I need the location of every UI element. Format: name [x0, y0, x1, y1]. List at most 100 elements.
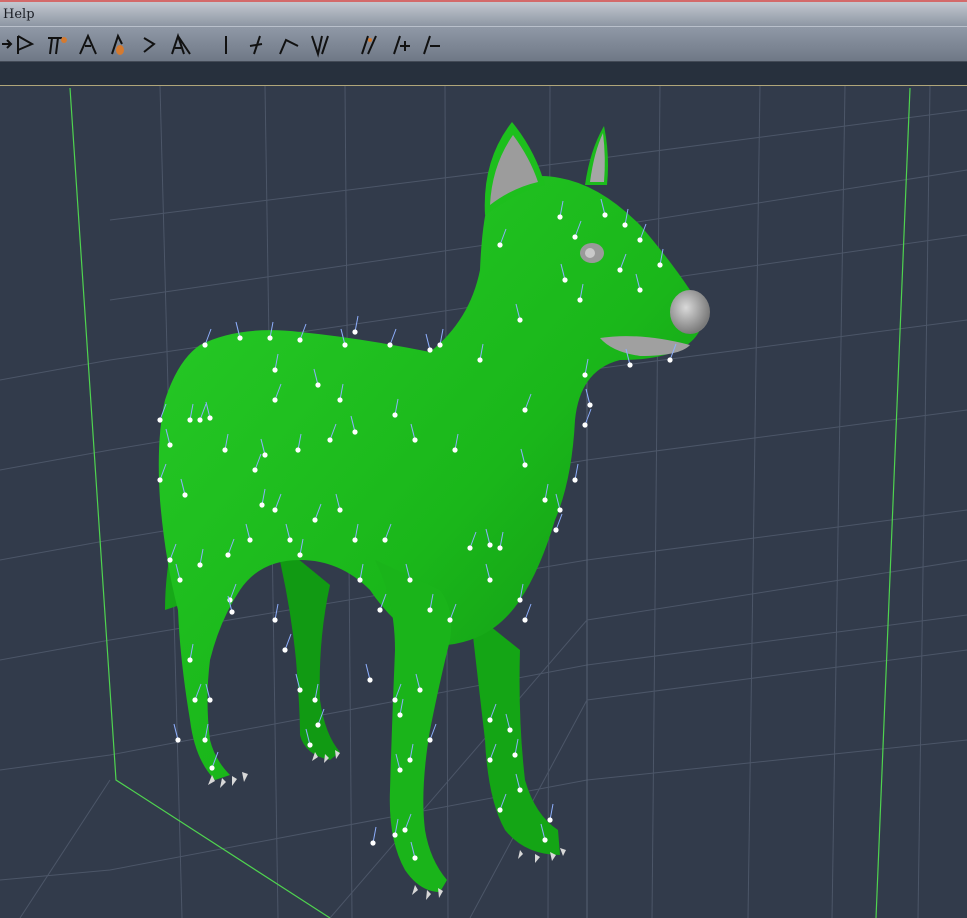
guide-hair-root[interactable]: [622, 222, 628, 228]
guide-hair-root[interactable]: [572, 477, 578, 483]
add-guide-hair-tool-icon[interactable]: [388, 30, 414, 58]
guide-hair-root[interactable]: [427, 737, 433, 743]
guide-hair-root[interactable]: [282, 647, 288, 653]
guide-hair-root[interactable]: [657, 262, 663, 268]
guide-hair-root[interactable]: [407, 577, 413, 583]
translate-in-out-tool-icon[interactable]: [106, 30, 132, 58]
scale-tool-icon[interactable]: [138, 30, 164, 58]
guide-hair-root[interactable]: [637, 237, 643, 243]
guide-hair-root[interactable]: [542, 497, 548, 503]
remove-guide-hair-tool-icon[interactable]: [418, 30, 444, 58]
guide-hair-root[interactable]: [487, 577, 493, 583]
guide-hair-root[interactable]: [247, 537, 253, 543]
guide-hair-root[interactable]: [637, 287, 643, 293]
guide-hair-root[interactable]: [487, 542, 493, 548]
guide-hair-root[interactable]: [427, 347, 433, 353]
guide-hair-root[interactable]: [562, 277, 568, 283]
guide-hair-root[interactable]: [352, 429, 358, 435]
guide-hair-root[interactable]: [553, 527, 559, 533]
guide-hair-root[interactable]: [312, 697, 318, 703]
guide-hair-root[interactable]: [357, 577, 363, 583]
guide-hair-root[interactable]: [467, 545, 473, 551]
guide-hair-root[interactable]: [267, 335, 273, 341]
guide-hair-root[interactable]: [557, 214, 563, 220]
guide-hair-root[interactable]: [587, 402, 593, 408]
guide-hair-root[interactable]: [512, 752, 518, 758]
guide-hair-root[interactable]: [370, 840, 376, 846]
guide-hair-root[interactable]: [182, 492, 188, 498]
guide-hair-root[interactable]: [187, 417, 193, 423]
guide-hair-root[interactable]: [192, 697, 198, 703]
guide-hair-root[interactable]: [327, 437, 333, 443]
guide-hair-root[interactable]: [572, 234, 578, 240]
guide-hair-root[interactable]: [427, 607, 433, 613]
guide-hair-root[interactable]: [407, 757, 413, 763]
guide-hair-root[interactable]: [582, 422, 588, 428]
guide-hair-root[interactable]: [342, 342, 348, 348]
guide-hair-root[interactable]: [507, 727, 513, 733]
guide-hair-root[interactable]: [312, 517, 318, 523]
guide-hair-root[interactable]: [377, 607, 383, 613]
guide-hair-root[interactable]: [272, 617, 278, 623]
guide-hair-root[interactable]: [157, 417, 163, 423]
guide-hair-root[interactable]: [337, 397, 343, 403]
guide-hair-root[interactable]: [577, 297, 583, 303]
guide-hair-root[interactable]: [412, 437, 418, 443]
guide-hair-root[interactable]: [437, 342, 443, 348]
guide-hair-root[interactable]: [557, 507, 563, 513]
guide-hair-root[interactable]: [487, 757, 493, 763]
guide-hair-root[interactable]: [352, 329, 358, 335]
guide-hair-root[interactable]: [517, 597, 523, 603]
guide-hair-root[interactable]: [225, 552, 231, 558]
guide-hair-root[interactable]: [487, 717, 493, 723]
grouping-tool-icon[interactable]: [246, 30, 272, 58]
guide-hair-root[interactable]: [517, 317, 523, 323]
guide-hair-root[interactable]: [157, 477, 163, 483]
guide-hair-root[interactable]: [237, 335, 243, 341]
guide-hair-root[interactable]: [547, 817, 553, 823]
view-magnifier-tool-icon[interactable]: [276, 30, 302, 58]
guide-hair-root[interactable]: [352, 537, 358, 543]
guide-hair-root[interactable]: [602, 212, 608, 218]
guide-hair-root[interactable]: [297, 337, 303, 343]
guide-hair-root[interactable]: [222, 447, 228, 453]
guide-hair-root[interactable]: [417, 687, 423, 693]
guide-hair-root[interactable]: [272, 397, 278, 403]
guide-hair-root[interactable]: [542, 837, 548, 843]
guide-hair-root[interactable]: [177, 577, 183, 583]
guide-hair-root[interactable]: [392, 697, 398, 703]
3d-viewport[interactable]: [0, 86, 967, 918]
guide-hair-root[interactable]: [667, 357, 673, 363]
rotate-tool-icon[interactable]: [14, 30, 40, 58]
guide-hair-root[interactable]: [295, 447, 301, 453]
twist-tool-icon[interactable]: [44, 30, 70, 58]
guide-hair-root[interactable]: [412, 855, 418, 861]
guide-hair-root[interactable]: [272, 367, 278, 373]
guide-hair-root[interactable]: [497, 807, 503, 813]
guide-hair-root[interactable]: [259, 502, 265, 508]
guide-hair-root[interactable]: [382, 537, 388, 543]
guide-hair-root[interactable]: [262, 452, 268, 458]
guide-hair-root[interactable]: [167, 557, 173, 563]
guide-hair-root[interactable]: [272, 507, 278, 513]
guide-hair-root[interactable]: [297, 552, 303, 558]
guide-hair-root[interactable]: [522, 462, 528, 468]
direct-manipulation-tool-icon[interactable]: [356, 30, 382, 58]
guide-hair-root[interactable]: [582, 372, 588, 378]
guide-hair-root[interactable]: [287, 537, 293, 543]
guide-hair-root[interactable]: [207, 697, 213, 703]
guide-hair-root[interactable]: [207, 415, 213, 421]
dog-figure[interactable]: [158, 122, 710, 900]
taper-tool-icon[interactable]: [168, 30, 194, 58]
color-tool-icon[interactable]: [214, 30, 240, 58]
guide-hair-root[interactable]: [617, 267, 623, 273]
guide-hair-root[interactable]: [252, 467, 258, 473]
guide-hair-root[interactable]: [477, 357, 483, 363]
guide-hair-root[interactable]: [397, 712, 403, 718]
guide-hair-root[interactable]: [387, 342, 393, 348]
guide-hair-root[interactable]: [297, 687, 303, 693]
guide-hair-root[interactable]: [187, 657, 193, 663]
guide-hair-root[interactable]: [447, 617, 453, 623]
guide-hair-root[interactable]: [337, 507, 343, 513]
guide-hair-root[interactable]: [397, 767, 403, 773]
